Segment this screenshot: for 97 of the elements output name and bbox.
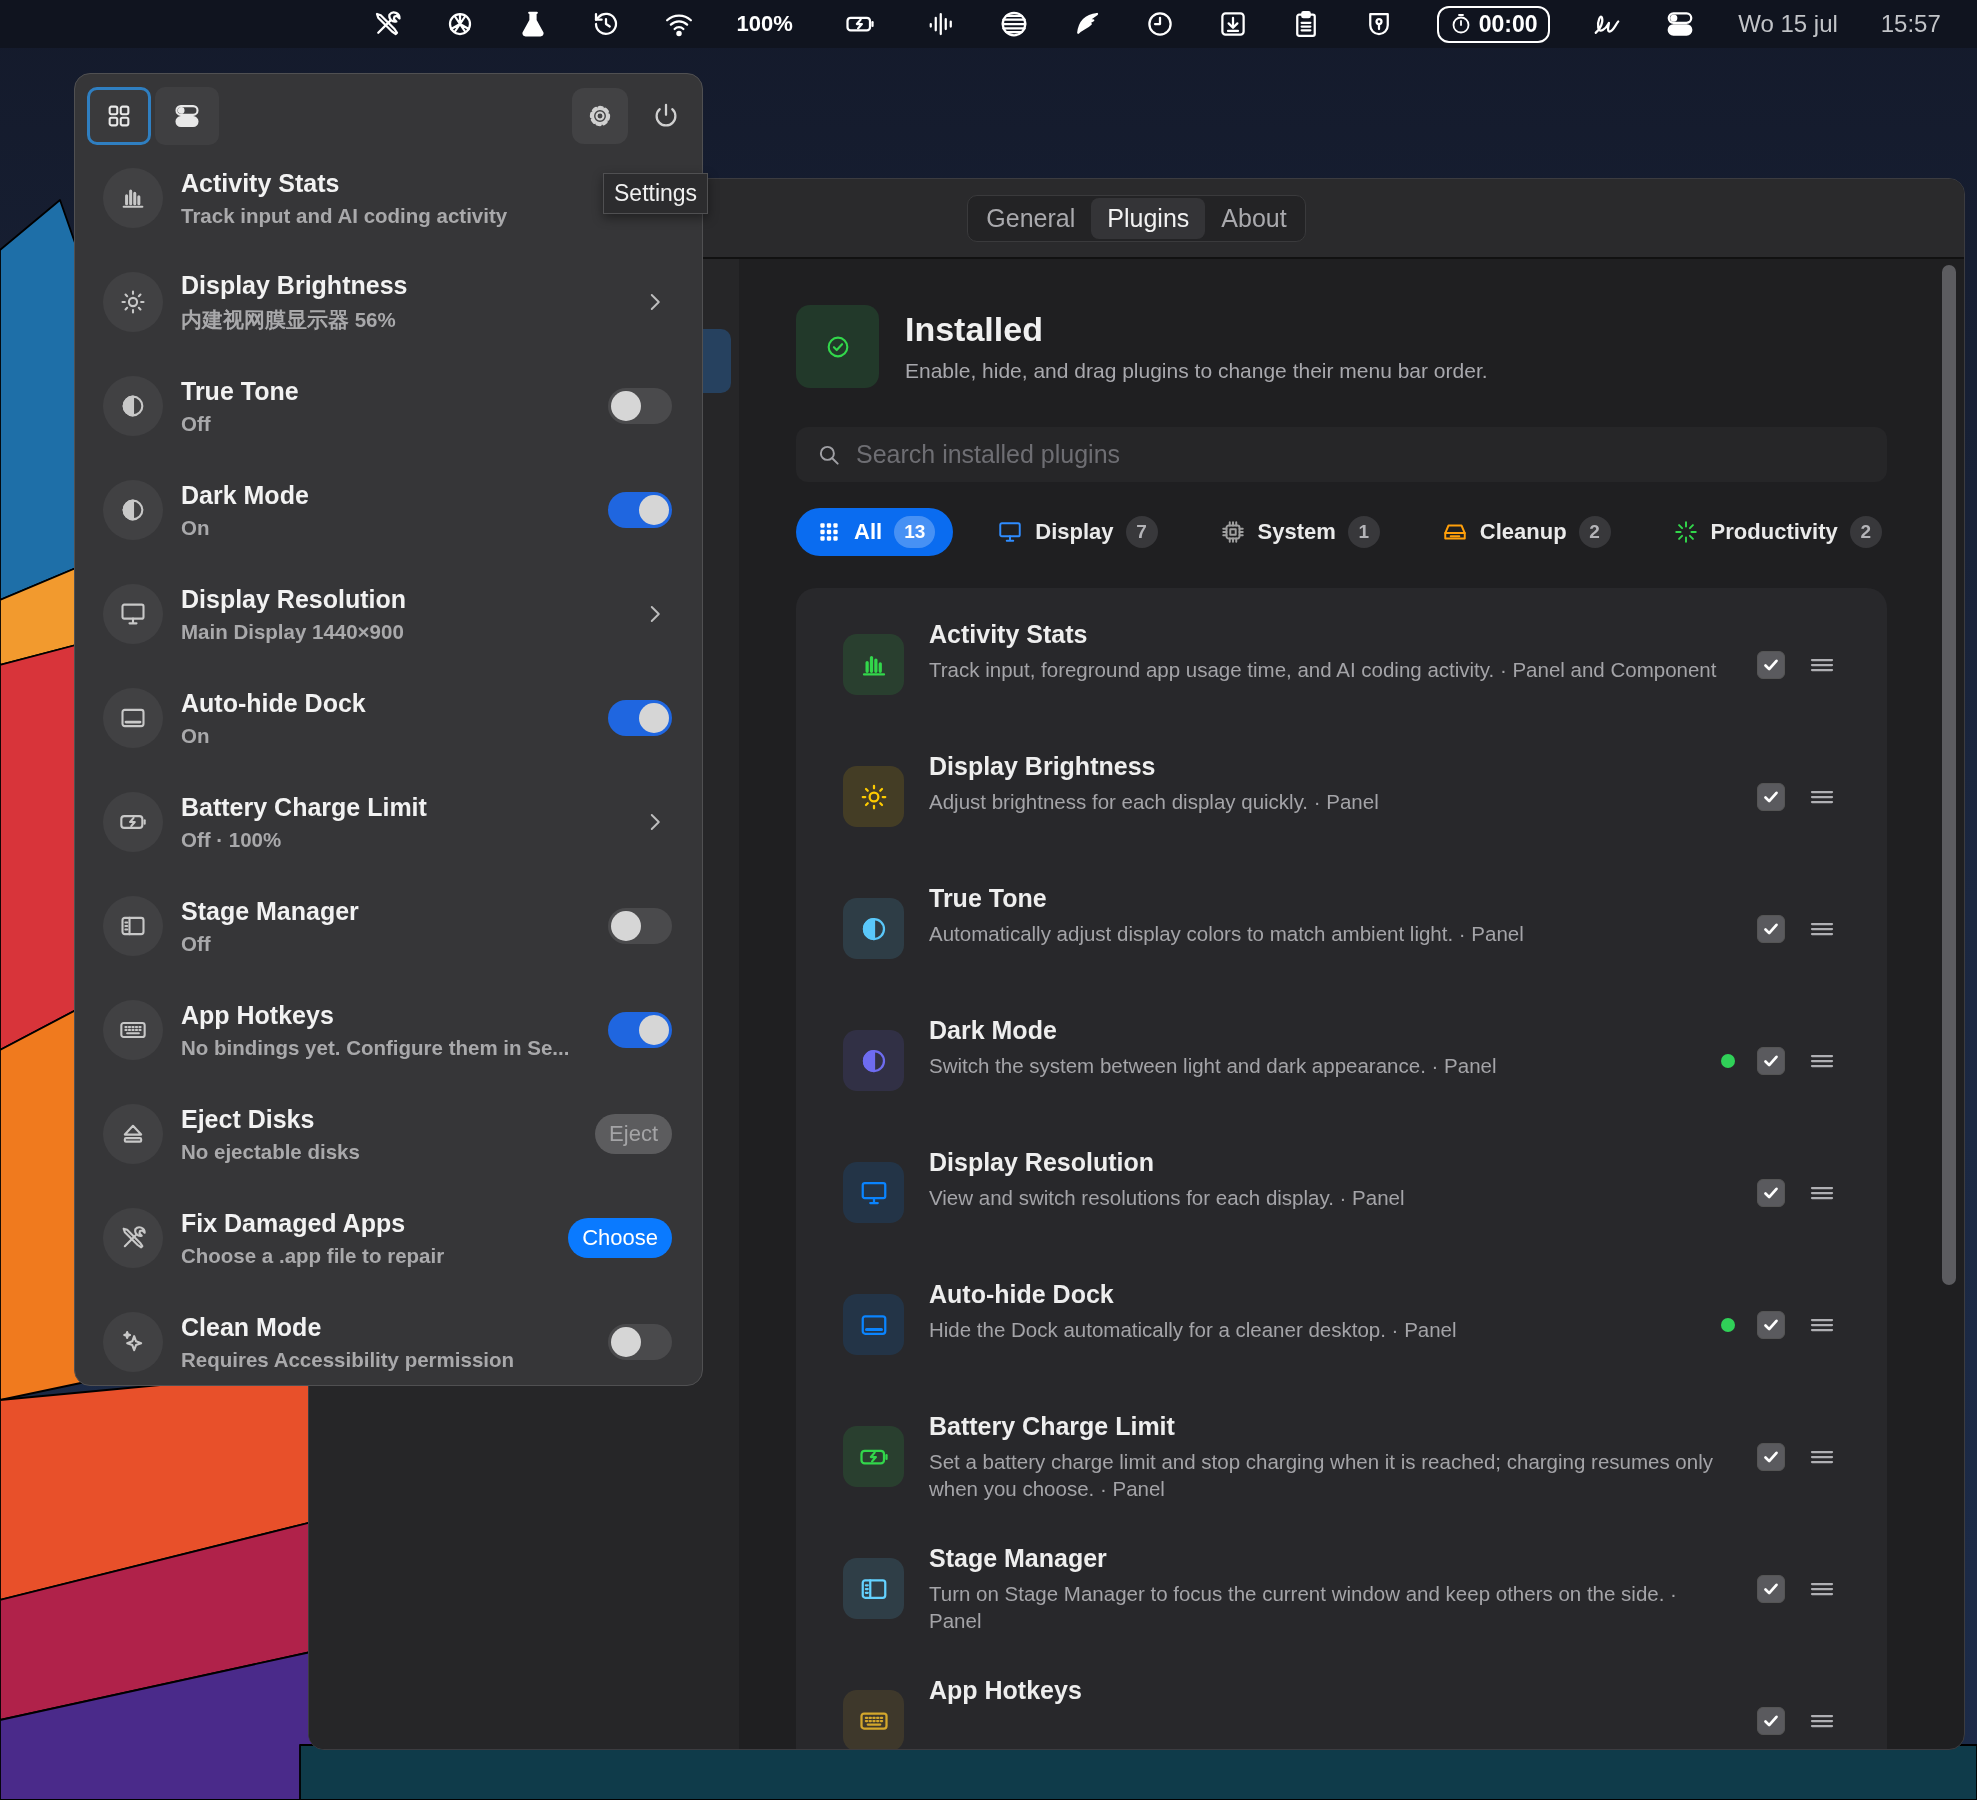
count-badge: 1 [1347,516,1380,548]
filter-chip[interactable]: Display 7 [977,508,1176,556]
filter-label: Display [1035,519,1114,545]
plugin-title: Activity Stats [929,620,1089,649]
toggle-switch[interactable] [608,492,672,528]
filter-chip[interactable]: System 1 [1199,508,1398,556]
item-title: Battery Charge Limit [181,792,428,822]
item-title: Eject Disks [181,1104,316,1134]
contrast-icon [843,1030,904,1091]
timer-text: 00:00 [1478,10,1538,38]
item-subtitle: Off · 100% [181,827,283,852]
toggles-icon [173,102,201,130]
plugin-title: Stage Manager [929,1544,1108,1573]
plugin-description: Switch the system between light and dark appearance. · Panel [929,1053,1498,1079]
item-title: App Hotkeys [181,1000,335,1030]
checkbox[interactable] [1757,1706,1785,1735]
item-subtitle: 内建视网膜显示器 56% [181,306,397,333]
item-title: Dark Mode [181,480,310,510]
filter-chip[interactable]: Cleanup 2 [1421,508,1629,556]
item-subtitle: No ejectable disks [181,1139,361,1164]
tab[interactable]: Plugins [1091,197,1206,239]
plugin-description: View and switch resolutions for each display. · Panel [929,1185,1406,1211]
filter-chip[interactable]: All 13 [796,508,954,556]
toggle-switch[interactable] [608,388,672,424]
plugin-title: App Hotkeys [929,1676,1083,1705]
item-subtitle: Requires Accessibility permission [181,1347,516,1372]
dock-icon [843,1294,904,1355]
tab[interactable]: General [970,197,1092,239]
checkbox[interactable] [1757,914,1785,943]
settings-button[interactable] [572,88,628,144]
count-badge: 7 [1125,516,1158,548]
filter-chip[interactable]: Productivity 2 [1652,508,1900,556]
checkbox[interactable] [1757,650,1785,679]
plugin-description: Track input, foreground app usage time, and AI coding activity. · Panel and Component [929,657,1718,683]
plugin-title: Battery Charge Limit [929,1412,1176,1441]
search-field[interactable]: Search installed plugins [796,427,1887,482]
item-subtitle: On [181,515,211,540]
menu-bar-time[interactable]: 15:57 [1880,10,1941,38]
item-title: Display Resolution [181,584,408,614]
keyboard-icon [843,1690,904,1749]
filter-label: Productivity [1710,519,1838,545]
monitor-icon [843,1162,904,1223]
item-title: True Tone [181,376,300,406]
timer-display[interactable]: 00:00 [1436,5,1550,43]
toggle-switch[interactable] [608,908,672,944]
sun-icon [843,766,904,827]
checkbox[interactable] [1757,1442,1785,1471]
section-title: Installed [905,310,1044,349]
item-subtitle: Off [181,411,212,436]
plugin-description: Turn on Stage Manager to focus the current window and keep others on the side. · Panel [929,1581,1678,1634]
battery-icon [843,1426,904,1487]
plugin-title: True Tone [929,884,1048,913]
checkbox[interactable] [1757,1574,1785,1603]
action-button[interactable]: Choose [568,1218,672,1258]
checkbox[interactable] [1757,1046,1785,1075]
item-title: Clean Mode [181,1312,323,1342]
plugin-description: Adjust brightness for each display quickly. · Panel [929,789,1380,815]
item-subtitle: Choose a .app file to repair [181,1243,446,1268]
plugin-title: Auto-hide Dock [929,1280,1115,1309]
menu-bar-date[interactable]: Wo 15 jul [1738,10,1838,38]
checkbox[interactable] [1757,782,1785,811]
item-subtitle: Off [181,931,212,956]
toggle-switch[interactable] [608,700,672,736]
plugin-description: Automatically adjust display colors to match ambient light. · Panel [929,921,1525,947]
count-badge: 2 [1849,516,1882,548]
item-subtitle: On [181,723,211,748]
chart-icon [843,634,904,695]
section-subtitle: Enable, hide, and drag plugins to change their menu bar order. [905,359,1488,383]
plugin-description: Set a battery charge limit and stop charging when it is reached; charging resumes only when you choose. · Panel [929,1449,1714,1502]
plugin-title: Dark Mode [929,1016,1058,1045]
tab[interactable]: About [1205,197,1303,239]
contrast-icon [843,898,904,959]
item-subtitle: Track input and AI coding activity [181,203,509,228]
count-badge: 2 [1578,516,1611,548]
checkbox[interactable] [1757,1178,1785,1207]
item-title: Fix Damaged Apps [181,1208,407,1238]
plugin-title: Display Brightness [929,752,1157,781]
toggle-switch[interactable] [608,1012,672,1048]
checkbox[interactable] [1757,1310,1785,1339]
plugin-title: Display Resolution [929,1148,1156,1177]
filter-label: Cleanup [1479,519,1567,545]
tooltip: Settings [603,173,709,214]
battery-percent: 100% [736,11,793,37]
filter-label: System [1257,519,1336,545]
toggle-view-button[interactable] [155,87,219,145]
plugin-description: Hide the Dock automatically for a cleaner desktop. · Panel [929,1317,1458,1343]
sidebar-icon [843,1558,904,1619]
item-subtitle: Main Display 1440×900 [181,619,405,644]
item-title: Auto-hide Dock [181,688,367,718]
item-subtitle: No bindings yet. Configure them in Se... [181,1035,571,1060]
scrollbar[interactable] [1942,265,1956,1285]
item-title: Stage Manager [181,896,360,926]
count-badge: 13 [894,516,936,548]
toggle-switch[interactable] [608,1324,672,1360]
grid-view-button[interactable] [87,87,151,145]
filter-label: All [854,519,883,545]
item-title: Display Brightness [181,270,409,300]
